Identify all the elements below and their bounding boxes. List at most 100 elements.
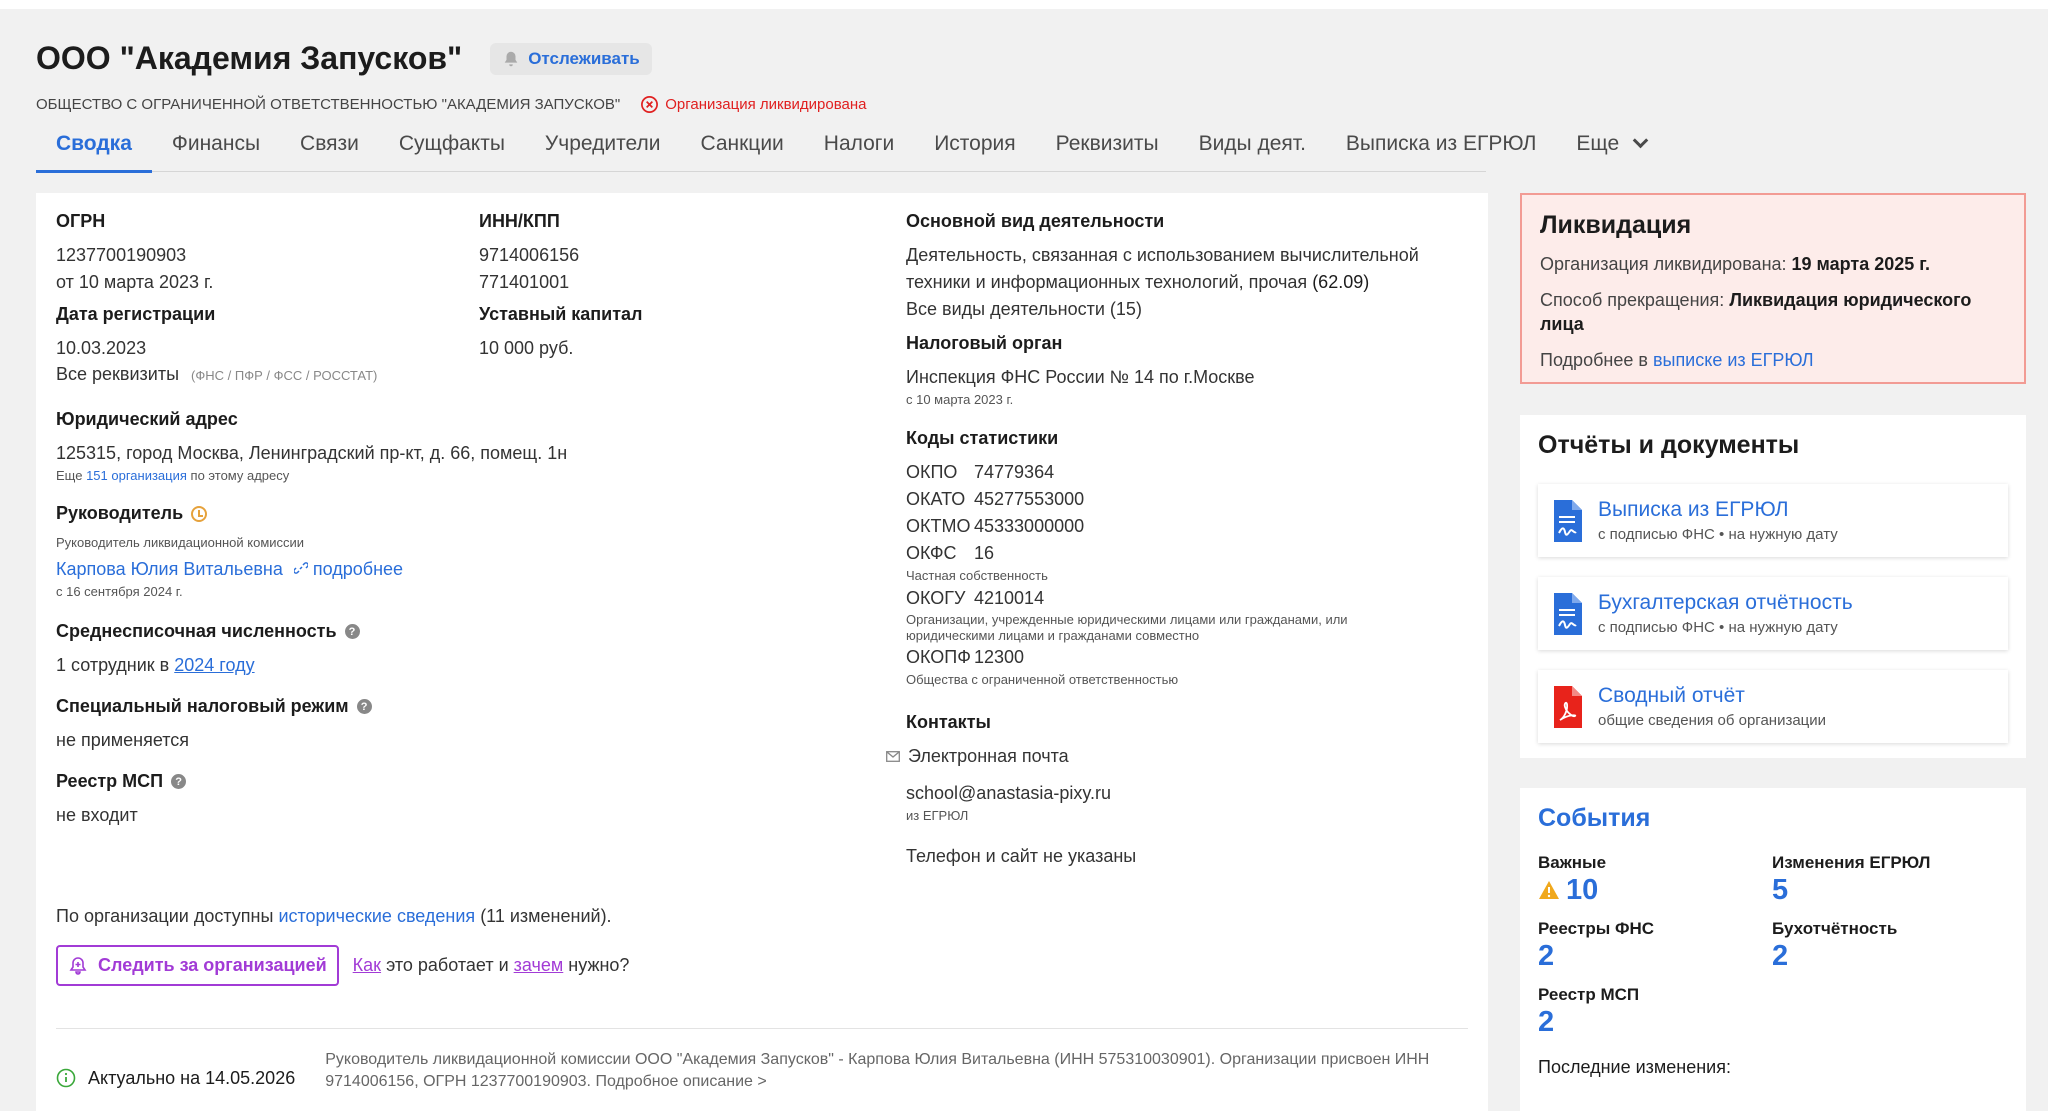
tab-facts[interactable]: Сущфакты [379, 124, 525, 172]
tax-org-block: Налоговый орган Инспекция ФНС России № 1… [906, 333, 1456, 409]
activity-label: Основной вид деятельности [906, 211, 1165, 231]
all-requisites-note: (ФНС / ПФР / ФСС / РОССТАТ) [191, 368, 378, 383]
stat-codes-label: Коды статистики [906, 428, 1059, 448]
signed-doc-icon [1554, 592, 1582, 635]
footer-description[interactable]: Руководитель ликвидационной комиссии ООО… [325, 1049, 1476, 1093]
reg-date-label: Дата регистрации [56, 304, 216, 324]
okfs-row: ОКФС 16 [906, 540, 1456, 567]
event-label: Бухотчётность [1772, 919, 1898, 938]
tab-links[interactable]: Связи [280, 124, 379, 172]
okogu-desc: Организации, учрежденные юридическими ли… [906, 612, 1348, 643]
okfs-desc: Частная собственность [906, 568, 1048, 583]
head-more-link[interactable]: подробнее [293, 559, 403, 579]
doc-subtitle: с подписью ФНС • на нужную дату [1598, 619, 1838, 636]
address-more-prefix: Еще [56, 468, 83, 483]
address-value: 125315, город Москва, Ленинградский пр-к… [56, 443, 568, 463]
bell-plus-icon [69, 956, 87, 975]
all-activities-link[interactable]: Все виды деятельности (15) [906, 296, 1456, 323]
doc-title: Выписка из ЕГРЮЛ [1598, 498, 1789, 521]
head-since: с 16 сентября 2024 г. [56, 584, 183, 599]
warning-icon [1539, 881, 1559, 899]
tab-sanctions[interactable]: Санкции [680, 124, 803, 172]
address-more-link[interactable]: 151 организация [86, 468, 187, 483]
full-name: ОБЩЕСТВО С ОГРАНИЧЕННОЙ ОТВЕТСТВЕННОСТЬЮ… [36, 96, 621, 113]
okopf-row: ОКОПФ 12300 [906, 644, 1456, 671]
capital-value: 10 000 руб. [479, 338, 574, 358]
tax-regime-label: Специальный налоговый режим [56, 696, 349, 716]
event-msp-registry[interactable]: Реестр МСП 2 [1538, 985, 1772, 1039]
question-icon[interactable]: ? [356, 699, 372, 714]
tab-finance[interactable]: Финансы [152, 124, 280, 172]
tab-taxes[interactable]: Налоги [804, 124, 914, 172]
contacts-label: Контакты [906, 712, 991, 732]
okfs-key: ОКФС [906, 543, 957, 563]
staff-prefix: 1 сотрудник в [56, 655, 170, 675]
tab-requisites[interactable]: Реквизиты [1036, 124, 1179, 172]
event-important[interactable]: Важные 10 [1538, 853, 1772, 907]
event-label: Реестр МСП [1538, 985, 1640, 1004]
clock-icon [191, 505, 208, 522]
pdf-icon [1554, 685, 1582, 728]
watch-row: Следить за организацией Как это работает… [56, 945, 629, 986]
how-link[interactable]: Как [353, 955, 381, 975]
tab-summary[interactable]: Сводка [36, 124, 152, 173]
history-suffix: (11 изменений). [480, 906, 612, 926]
link-icon [293, 562, 309, 574]
oktmo-key: ОКТМО [906, 516, 971, 536]
liquidation-title: Ликвидация [1540, 211, 1692, 239]
event-egrul-changes[interactable]: Изменения ЕГРЮЛ 5 [1772, 853, 2006, 907]
summary-card: ОГРН 1237700190903 от 10 марта 2023 г. И… [36, 193, 1488, 1111]
history-note: По организации доступны исторические све… [56, 903, 956, 930]
summary-footer: Актуально на 14.05.2026 Руководитель лик… [56, 1049, 1476, 1093]
mail-icon [886, 751, 900, 762]
tax-regime-value: не применяется [56, 730, 190, 750]
liquidation-egrul-link[interactable]: выписке из ЕГРЮЛ [1653, 350, 1814, 370]
stat-codes-block: Коды статистики ОКПО 74779364 ОКАТО 452775… [906, 428, 1456, 689]
divider [56, 1028, 1468, 1029]
email-label: Электронная почта [908, 746, 1069, 766]
events-title[interactable]: События [1538, 804, 2008, 833]
event-label: Изменения ЕГРЮЛ [1772, 853, 1931, 872]
history-prefix: По организации доступны [56, 906, 274, 926]
doc-subtitle: с подписью ФНС • на нужную дату [1598, 526, 1838, 543]
head-name-link[interactable]: Карпова Юлия Витальевна [56, 559, 283, 579]
tab-egrul[interactable]: Выписка из ЕГРЮЛ [1326, 124, 1557, 172]
tab-more[interactable]: Еще [1556, 124, 1666, 172]
how-mid: это работает и [386, 955, 509, 975]
tab-history[interactable]: История [914, 124, 1035, 172]
okpo-value: 74779364 [974, 462, 1055, 482]
doc-summary-report[interactable]: Сводный отчёт общие сведения об организац… [1538, 670, 2008, 743]
event-accounting[interactable]: Бухотчётность 2 [1772, 919, 2006, 973]
email-link[interactable]: school@anastasia-pixy.ru [906, 780, 1456, 807]
okopf-value: 12300 [974, 647, 1025, 667]
tabs-bar: Сводка Финансы Связи Сущфакты Учредители… [36, 124, 1649, 173]
history-link[interactable]: исторические сведения [278, 906, 475, 926]
okogu-row: ОКОГУ 4210014 [906, 585, 1456, 612]
tab-founders[interactable]: Учредители [525, 124, 681, 172]
question-icon[interactable]: ? [171, 774, 187, 789]
okpo-key: ОКПО [906, 462, 958, 482]
follow-button[interactable]: Отслеживать [490, 42, 652, 75]
okogu-value: 4210014 [974, 588, 1045, 608]
inn-value: 9714006156 [479, 245, 580, 265]
event-fns-registries[interactable]: Реестры ФНС 2 [1538, 919, 1772, 973]
all-requisites-link[interactable]: Все реквизиты [56, 361, 179, 388]
last-changes-label: Последние изменения: [1538, 1057, 1731, 1077]
msp-block: Реестр МСП? не входит [56, 771, 856, 829]
ogrn-block: ОГРН 1237700190903 от 10 марта 2023 г. [56, 211, 456, 296]
okopf-desc: Общества с ограниченной ответственностью [906, 672, 1179, 687]
doc-accounting[interactable]: Бухгалтерская отчётность с подписью ФНС •… [1538, 577, 2008, 650]
doc-egrul-extract[interactable]: Выписка из ЕГРЮЛ с подписью ФНС • на нужн… [1538, 484, 2008, 557]
tab-activities[interactable]: Виды деят. [1179, 124, 1326, 172]
why-link[interactable]: зачем [514, 955, 564, 975]
watch-organization-button[interactable]: Следить за организацией [56, 945, 339, 986]
question-icon[interactable]: ? [344, 624, 360, 639]
event-value: 2 [1538, 1006, 1555, 1038]
liquidation-method-label: Способ прекращения: [1540, 290, 1725, 310]
ogrn-value: 1237700190903 [56, 245, 187, 265]
head-label: Руководитель [56, 503, 184, 523]
address-block: Юридический адрес 125315, город Москва, … [56, 409, 856, 485]
actual-date: Актуально на 14.05.2026 [88, 1067, 296, 1088]
staff-year-link[interactable]: 2024 году [174, 655, 254, 675]
liquidation-card: Ликвидация Организация ликвидирована: 19… [1520, 193, 2026, 384]
